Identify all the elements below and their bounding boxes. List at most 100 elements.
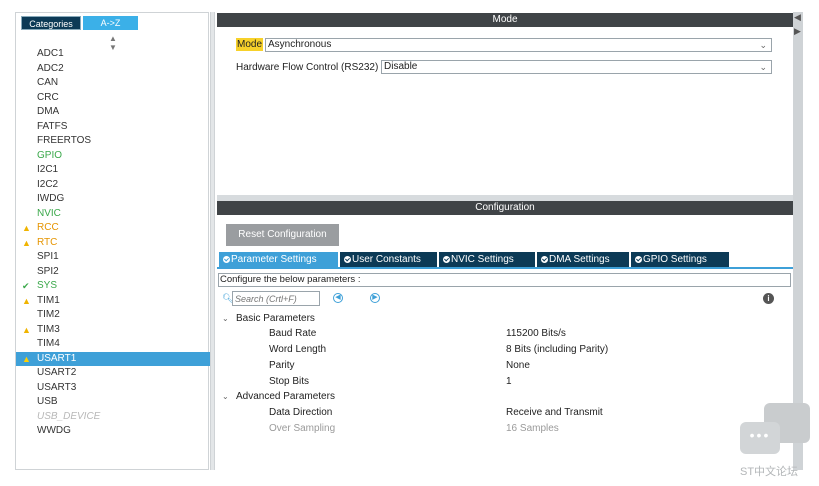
peripheral-item-tim2[interactable]: TIM2	[16, 308, 210, 323]
peripheral-label: USART3	[37, 381, 77, 393]
peripheral-item-sys[interactable]: ✔ SYS	[16, 279, 210, 294]
peripheral-item-usart3[interactable]: USART3	[16, 381, 210, 396]
param-row-stop-bits[interactable]: Stop Bits 1	[269, 374, 769, 390]
param-row-parity[interactable]: Parity None	[269, 358, 769, 374]
group-label: Advanced Parameters	[236, 391, 335, 402]
param-name: Over Sampling	[269, 423, 336, 434]
configuration-tab-bar: Parameter Settings User Constants NVIC S…	[217, 252, 793, 269]
tab-parameter-settings[interactable]: Parameter Settings	[219, 252, 338, 267]
param-value[interactable]: None	[506, 358, 530, 374]
peripheral-item-freertos[interactable]: FREERTOS	[16, 134, 210, 149]
checkmark-icon: ✔	[22, 281, 30, 291]
param-value[interactable]: 115200 Bits/s	[506, 326, 566, 342]
peripheral-label: RCC	[37, 222, 59, 233]
peripheral-label: CRC	[37, 91, 59, 103]
param-row-data-direction[interactable]: Data Direction Receive and Transmit	[269, 405, 769, 421]
tab-label: Parameter Settings	[231, 254, 317, 265]
param-row-over-sampling[interactable]: Over Sampling 16 Samples	[269, 421, 769, 437]
peripheral-label: IWDG	[37, 193, 65, 204]
peripheral-label: USART2	[37, 367, 77, 378]
mode-panel: Mode Asynchronous ⌄ Hardware Flow Contro…	[217, 27, 793, 195]
peripheral-label: ADC1	[37, 48, 64, 59]
advanced-parameters-group[interactable]: ⌄ Advanced Parameters	[222, 390, 335, 404]
peripheral-label: USB	[37, 396, 58, 407]
peripheral-item-spi1[interactable]: SPI1	[16, 250, 210, 265]
peripheral-panel: Categories A->Z ▲ ▼ ADC1 ADC2 CAN CRC DMA FATF…	[15, 12, 210, 470]
peripheral-label: CAN	[37, 77, 59, 88]
param-value[interactable]: Receive and Transmit	[506, 405, 603, 421]
peripheral-item-rtc[interactable]: ▲ RTC	[16, 236, 210, 251]
tab-categories[interactable]: Categories	[21, 16, 81, 30]
peripheral-item-wwdg[interactable]: WWDG	[16, 424, 210, 439]
bottom-area	[210, 470, 800, 486]
param-name: Parity	[269, 360, 295, 371]
param-value[interactable]: 1	[506, 374, 512, 390]
peripheral-item-usb[interactable]: USB	[16, 395, 210, 410]
hardware-flow-control-select[interactable]: Disable ⌄	[381, 60, 772, 74]
param-name: Baud Rate	[269, 328, 317, 339]
tab-label: DMA Settings	[549, 254, 610, 265]
peripheral-label: SYS	[37, 280, 58, 291]
param-name: Stop Bits	[269, 376, 310, 387]
peripheral-label: FREERTOS	[37, 135, 92, 146]
info-icon[interactable]: i	[763, 293, 774, 304]
peripheral-item-adc1[interactable]: ADC1	[16, 47, 210, 62]
tab-gpio-settings[interactable]: GPIO Settings	[631, 252, 729, 267]
peripheral-item-iwdg[interactable]: IWDG	[16, 192, 210, 207]
peripheral-item-crc[interactable]: CRC	[16, 91, 210, 106]
tab-dma-settings[interactable]: DMA Settings	[537, 252, 629, 267]
panel-splitter[interactable]	[210, 12, 215, 470]
peripheral-item-usart2[interactable]: USART2	[16, 366, 210, 381]
chevron-down-icon: ⌄	[222, 314, 229, 323]
hardware-flow-control-label: Hardware Flow Control (RS232)	[236, 62, 379, 73]
peripheral-item-nvic[interactable]: NVIC	[16, 207, 210, 222]
peripheral-label: I2C1	[37, 164, 59, 175]
param-row-word-length[interactable]: Word Length 8 Bits (including Parity)	[269, 342, 769, 358]
check-circle-icon	[443, 256, 450, 263]
mode-label: Mode	[236, 38, 264, 51]
peripheral-label: I2C2	[37, 178, 59, 190]
collapse-up-icon[interactable]: ◀	[794, 12, 801, 23]
param-name: Data Direction	[269, 407, 333, 418]
peripheral-item-i2c1[interactable]: I2C1	[16, 163, 210, 178]
tab-a-to-z[interactable]: A->Z	[83, 16, 138, 30]
peripheral-item-gpio[interactable]: GPIO	[16, 149, 210, 164]
peripheral-item-fatfs[interactable]: FATFS	[16, 120, 210, 135]
peripheral-item-i2c2[interactable]: I2C2	[16, 178, 210, 193]
param-value[interactable]: 8 Bits (including Parity)	[506, 342, 608, 358]
param-value[interactable]: 16 Samples	[506, 421, 559, 437]
peripheral-item-rcc[interactable]: ▲ RCC	[16, 221, 210, 236]
previous-result-button[interactable]: ◀	[333, 293, 343, 303]
mode-select[interactable]: Asynchronous ⌄	[265, 38, 772, 52]
peripheral-item-usart1[interactable]: ▲ USART1	[16, 351, 210, 366]
tab-user-constants[interactable]: User Constants	[340, 252, 437, 267]
peripheral-label: FATFS	[37, 120, 68, 132]
peripheral-label: TIM1	[37, 294, 60, 306]
reset-configuration-button[interactable]: Reset Configuration	[226, 224, 339, 246]
peripheral-item-tim1[interactable]: ▲ TIM1	[16, 294, 210, 309]
warning-icon: ▲	[22, 295, 31, 306]
check-circle-icon	[635, 256, 642, 263]
search-input[interactable]	[232, 291, 320, 306]
peripheral-label: TIM2	[37, 309, 60, 320]
param-row-baud-rate[interactable]: Baud Rate 115200 Bits/s	[269, 326, 769, 342]
peripheral-item-tim3[interactable]: ▲ TIM3	[16, 323, 210, 338]
peripheral-item-adc2[interactable]: ADC2	[16, 62, 210, 77]
next-result-button[interactable]: ▶	[370, 293, 380, 303]
group-label: Basic Parameters	[236, 313, 315, 324]
chevron-down-icon: ⌄	[759, 40, 767, 50]
peripheral-item-usb-device[interactable]: USB_DEVICE	[16, 410, 210, 425]
warning-icon: ▲	[22, 237, 31, 248]
tab-label: User Constants	[352, 254, 421, 265]
peripheral-item-spi2[interactable]: SPI2	[16, 265, 210, 280]
peripheral-item-dma[interactable]: DMA	[16, 105, 210, 120]
peripheral-label: DMA	[37, 106, 60, 117]
peripheral-label: SPI2	[37, 265, 59, 277]
peripheral-item-tim4[interactable]: TIM4	[16, 337, 210, 352]
tab-nvic-settings[interactable]: NVIC Settings	[439, 252, 535, 267]
peripheral-item-can[interactable]: CAN	[16, 76, 210, 91]
chevron-down-icon: ⌄	[222, 392, 229, 401]
collapse-right-icon[interactable]: ▶	[794, 26, 801, 37]
basic-parameters-group[interactable]: ⌄ Basic Parameters	[222, 312, 315, 326]
peripheral-label: GPIO	[37, 149, 63, 161]
